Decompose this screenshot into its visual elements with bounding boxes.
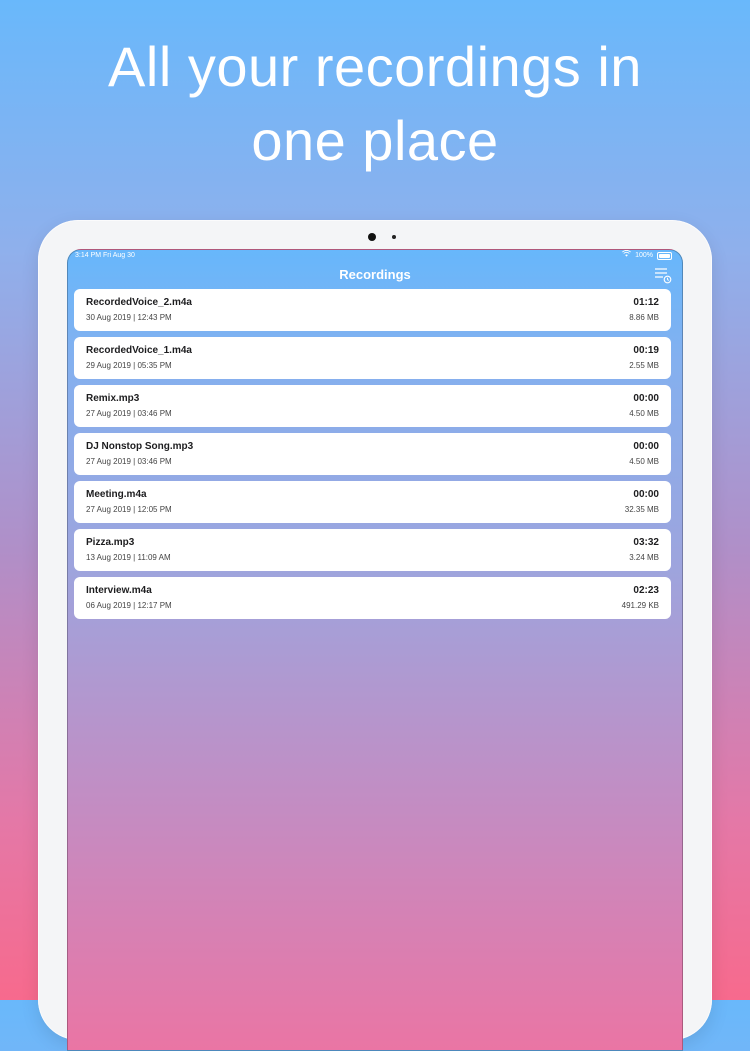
recording-item[interactable]: RecordedVoice_1.m4a 29 Aug 2019 | 05:35 … <box>74 337 671 379</box>
recording-name: RecordedVoice_1.m4a <box>86 345 192 356</box>
recording-duration: 00:00 <box>633 441 659 452</box>
promo-headline: All your recordings in one place <box>0 30 750 178</box>
recording-item[interactable]: Pizza.mp3 13 Aug 2019 | 11:09 AM 03:32 3… <box>74 529 671 571</box>
recording-name: RecordedVoice_2.m4a <box>86 297 192 308</box>
recording-item[interactable]: Meeting.m4a 27 Aug 2019 | 12:05 PM 00:00… <box>74 481 671 523</box>
recording-name: Remix.mp3 <box>86 393 140 404</box>
recording-item[interactable]: DJ Nonstop Song.mp3 27 Aug 2019 | 03:46 … <box>74 433 671 475</box>
app-screen: 3:14 PM Fri Aug 30 100% Recordings Recor… <box>67 249 683 1051</box>
sort-list-button[interactable] <box>654 266 672 284</box>
recording-duration: 00:19 <box>633 345 659 356</box>
recording-name: Pizza.mp3 <box>86 537 135 548</box>
recording-item[interactable]: Remix.mp3 27 Aug 2019 | 03:46 PM 00:00 4… <box>74 385 671 427</box>
camera-sensor <box>392 235 396 239</box>
page-title: Recordings <box>339 267 411 282</box>
recording-duration: 01:12 <box>633 297 659 308</box>
recording-size: 32.35 MB <box>624 505 659 514</box>
recording-size: 4.50 MB <box>629 457 659 466</box>
recording-date: 06 Aug 2019 | 12:17 PM <box>86 601 172 610</box>
recording-item[interactable]: Interview.m4a 06 Aug 2019 | 12:17 PM 02:… <box>74 577 671 619</box>
headline-line-2: one place <box>251 109 499 172</box>
sort-list-icon <box>654 268 672 288</box>
battery-percent: 100% <box>635 252 653 259</box>
status-time-date: 3:14 PM Fri Aug 30 <box>75 252 135 259</box>
recording-size: 8.86 MB <box>629 313 659 322</box>
recording-date: 29 Aug 2019 | 05:35 PM <box>86 361 172 370</box>
recording-name: Meeting.m4a <box>86 489 147 500</box>
recordings-list: RecordedVoice_2.m4a 30 Aug 2019 | 12:43 … <box>74 289 671 625</box>
recording-name: Interview.m4a <box>86 585 152 596</box>
recording-date: 27 Aug 2019 | 12:05 PM <box>86 505 172 514</box>
recording-date: 27 Aug 2019 | 03:46 PM <box>86 409 172 418</box>
recording-duration: 00:00 <box>633 489 659 500</box>
front-camera <box>368 233 376 241</box>
recording-name: DJ Nonstop Song.mp3 <box>86 441 194 452</box>
battery-icon <box>657 252 672 260</box>
tablet-frame: 3:14 PM Fri Aug 30 100% Recordings Recor… <box>38 220 712 1051</box>
recording-size: 4.50 MB <box>629 409 659 418</box>
recording-item[interactable]: RecordedVoice_2.m4a 30 Aug 2019 | 12:43 … <box>74 289 671 331</box>
wifi-icon <box>622 250 632 262</box>
recording-date: 30 Aug 2019 | 12:43 PM <box>86 313 172 322</box>
status-right: 100% <box>622 250 672 262</box>
recording-duration: 03:32 <box>633 537 659 548</box>
recording-date: 27 Aug 2019 | 03:46 PM <box>86 457 172 466</box>
recording-size: 2.55 MB <box>629 361 659 370</box>
recording-duration: 02:23 <box>633 585 659 596</box>
recording-size: 491.29 KB <box>621 601 659 610</box>
recording-size: 3.24 MB <box>629 553 659 562</box>
headline-line-1: All your recordings in <box>108 35 642 98</box>
status-bar: 3:14 PM Fri Aug 30 100% <box>68 250 682 262</box>
recording-date: 13 Aug 2019 | 11:09 AM <box>86 553 171 562</box>
recording-duration: 00:00 <box>633 393 659 404</box>
